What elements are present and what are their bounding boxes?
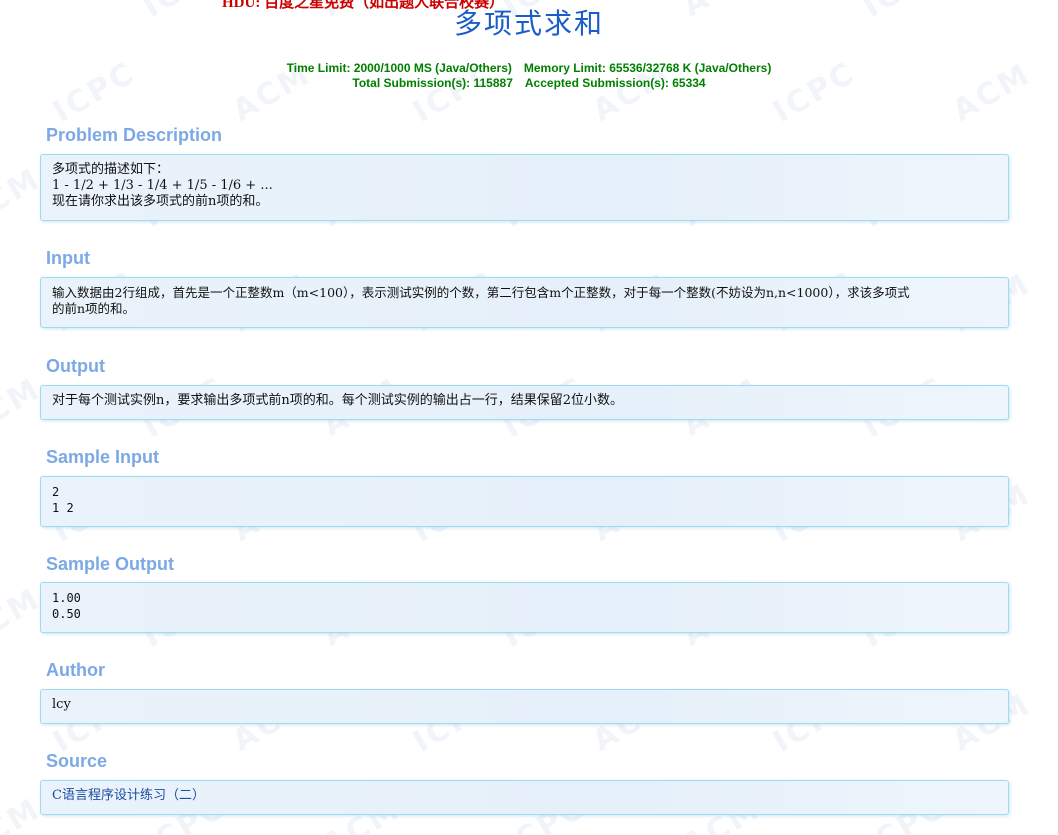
sample-input-panel: 2 1 2 [40, 476, 1009, 527]
sample-input-line: 1 2 [52, 501, 74, 515]
author-heading: Author [46, 660, 105, 680]
author-name: lcy [52, 697, 71, 712]
input-line: 输入数据由2行组成，首先是一个正整数m（m<100），表示测试实例的个数，第二行… [52, 285, 910, 300]
sample-output-line: 0.50 [52, 607, 81, 621]
source-heading: Source [46, 751, 108, 771]
limits-row-1: Time Limit: 2000/1000 MS (Java/Others) Me… [0, 61, 1058, 76]
author-panel: lcy [40, 689, 1009, 724]
problem-title: 多项式求和 [453, 7, 604, 40]
description-heading: Problem Description [46, 125, 223, 145]
source-panel: C语言程序设计练习（二） [40, 780, 1009, 815]
output-line: 对于每个测试实例n，要求输出多项式前n项的和。每个测试实例的输出占一行，结果保留… [52, 393, 624, 408]
input-line: 的前n项的和。 [52, 301, 136, 316]
input-heading: Input [46, 248, 90, 268]
description-line: 1 - 1/2 + 1/3 - 1/4 + 1/5 - 1/6 + ... [52, 178, 273, 193]
output-heading: Output [46, 356, 105, 376]
memory-limit: Memory Limit: 65536/32768 K (Java/Others… [523, 61, 772, 75]
problem-limits: Time Limit: 2000/1000 MS (Java/Others) Me… [0, 61, 1058, 91]
sample-output-line: 1.00 [52, 591, 81, 605]
output-panel: 对于每个测试实例n，要求输出多项式前n项的和。每个测试实例的输出占一行，结果保留… [40, 385, 1009, 420]
source-link[interactable]: C语言程序设计练习（二） [52, 788, 1001, 804]
time-limit: Time Limit: 2000/1000 MS (Java/Others) [286, 61, 512, 75]
sample-output-heading: Sample Output [46, 554, 175, 574]
sample-input-line: 2 [52, 485, 60, 499]
description-panel: 多项式的描述如下： 1 - 1/2 + 1/3 - 1/4 + 1/5 - 1/… [40, 154, 1009, 221]
limits-row-2: Total Submission(s): 115887 Accepted Subm… [0, 76, 1058, 91]
sample-input-heading: Sample Input [46, 447, 160, 467]
total-submissions: Total Submission(s): 115887 [352, 76, 513, 90]
description-line: 现在请你求出该多项式的前n项的和。 [52, 194, 269, 209]
sample-output-panel: 1.00 0.50 [40, 582, 1009, 633]
accepted-submissions: Accepted Submission(s): 65334 [524, 76, 706, 90]
input-panel: 输入数据由2行组成，首先是一个正整数m（m<100），表示测试实例的个数，第二行… [40, 277, 1009, 328]
description-line: 多项式的描述如下： [52, 162, 170, 177]
